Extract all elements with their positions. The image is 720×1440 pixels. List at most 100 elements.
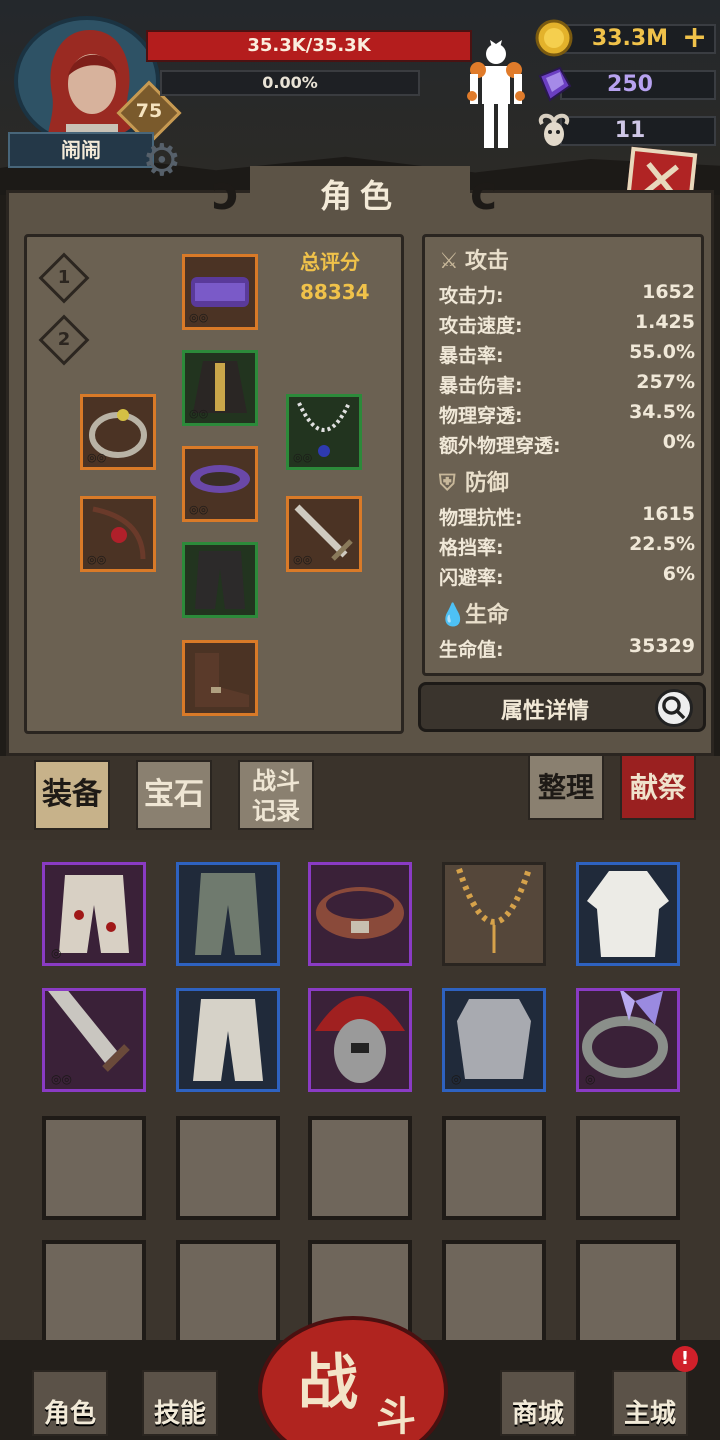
horn-ornament-left: ↄ [212, 166, 240, 220]
attack-section-header: ⚔ 攻击 [439, 249, 510, 274]
equip-slot-necklace[interactable]: ◎◎ [286, 394, 362, 470]
sort-button[interactable]: 整理 [528, 754, 604, 820]
inventory-empty-slot[interactable] [176, 1116, 280, 1220]
gem-socket-icon: ◎◎ [189, 503, 209, 516]
skull-value: 11 [614, 118, 646, 143]
hp-bar: 35.3K/35.3K [146, 30, 472, 62]
gem-socket-icon: ◎ [451, 1072, 462, 1086]
gem-socket-icon: ◎◎ [51, 1072, 72, 1086]
inventory-item-broad-sword[interactable]: ◎◎ [37, 977, 146, 1092]
inventory-item-scale-armor[interactable]: ◎ [442, 988, 546, 1092]
equip-slot-ring[interactable]: ◎◎ [80, 394, 156, 470]
stat-row: 攻击速度: 1.425 [439, 311, 695, 337]
equip-slot-boots[interactable] [182, 640, 258, 716]
xp-bar: 0.00% [160, 70, 420, 96]
stat-row: 暴击率: 55.0% [439, 341, 695, 367]
gold-value: 33.3M [591, 26, 669, 51]
inventory-empty-slot[interactable] [576, 1116, 680, 1220]
panel-title: 角色 [250, 166, 470, 220]
horn-ornament-right: c [470, 166, 498, 220]
stat-row: 物理抗性: 1615 [439, 503, 695, 529]
settings-gear-icon[interactable]: ⚙ [142, 136, 198, 186]
inventory-empty-slot[interactable] [442, 1240, 546, 1344]
inventory-item-green-trousers[interactable] [176, 862, 280, 966]
crystal-resource: 250 [534, 64, 716, 102]
stat-row: 闪避率: 6% [439, 563, 695, 589]
gem-socket-icon: ◎◎ [293, 553, 313, 566]
inventory-item-bloody-trousers[interactable]: ◎ [42, 862, 146, 966]
loadout-1-label: 1 [57, 267, 71, 288]
total-score-label: 总评分 [300, 250, 360, 274]
tab-gems[interactable]: 宝石 [136, 760, 212, 830]
equip-slot-belt[interactable]: ◎◎ [182, 446, 258, 522]
tab-equipment[interactable]: 装备 [34, 760, 110, 830]
ram-skull-icon [538, 113, 570, 146]
stat-row: 物理穿透: 34.5% [439, 401, 695, 427]
crystal-value: 250 [607, 72, 653, 97]
purple-crystal-icon [538, 66, 572, 102]
gem-socket-icon: ◎◎ [87, 553, 107, 566]
stat-row: 格挡率: 22.5% [439, 533, 695, 559]
nav-skills[interactable]: 技能 [138, 1352, 222, 1438]
life-section-header: 💧生命 [439, 603, 510, 628]
inventory-empty-slot[interactable] [576, 1240, 680, 1344]
attribute-details-label: 属性详情 [501, 699, 590, 724]
stats-panel[interactable]: ⚔ 攻击 攻击力: 1652 攻击速度: 1.425 暴击率: 55.0% 暴击伤害: 2… [422, 234, 704, 676]
equipment-silhouette-icon[interactable] [466, 40, 526, 154]
inventory-empty-slot[interactable] [308, 1116, 412, 1220]
stat-row: 攻击力: 1652 [439, 281, 695, 307]
defense-section-header: ⛨ 防御 [439, 471, 510, 496]
inventory-empty-slot[interactable] [442, 1116, 546, 1220]
gold-resource: 33.3M + [534, 18, 716, 57]
loadout-2-label: 2 [57, 329, 71, 350]
player-name: 闹闹 [8, 132, 154, 168]
gem-socket-icon: ◎ [51, 946, 62, 960]
leather-belt-icon [316, 887, 404, 939]
shield-icon: ⛨ [439, 471, 456, 496]
castle-alert-badge: ! [672, 1346, 698, 1372]
inventory-item-plumed-helmet[interactable] [308, 988, 412, 1092]
sacrifice-button[interactable]: 献祭 [620, 754, 696, 820]
plumed-helmet-icon [315, 996, 405, 1083]
white-robe-icon [587, 871, 669, 957]
equip-slot-head[interactable]: ◎◎ [182, 254, 258, 330]
skull-resource: 11 [534, 110, 716, 148]
magnifier-icon [655, 689, 693, 727]
inventory-empty-slot[interactable] [42, 1240, 146, 1344]
dark-trousers-icon [195, 551, 245, 609]
equip-slot-offhand[interactable]: ◎◎ [286, 496, 362, 572]
stat-row: 额外物理穿透: 0% [439, 431, 695, 457]
bead-necklace-icon [456, 868, 532, 953]
gem-socket-icon: ◎◎ [87, 451, 107, 464]
inventory-item-butterfly-ring[interactable]: ◎ [576, 987, 680, 1092]
gem-socket-icon: ◎ [585, 1072, 596, 1086]
gem-socket-icon: ◎◎ [189, 311, 209, 324]
level-text: 75 [135, 100, 163, 122]
total-score-value: 88334 [300, 280, 370, 304]
blood-drop-icon: 💧 [439, 603, 467, 628]
inventory-empty-slot[interactable] [42, 1116, 146, 1220]
equip-slot-chest[interactable]: ◎◎ [182, 350, 258, 426]
leather-boots-icon [195, 653, 249, 707]
hero-portrait [47, 30, 133, 142]
gold-coin-icon [535, 19, 573, 57]
gem-socket-icon: ◎◎ [293, 451, 313, 464]
nav-character[interactable]: 角色 [28, 1352, 112, 1438]
tab-battle-log[interactable]: 战斗 记录 [238, 760, 314, 830]
equip-slot-legs[interactable] [182, 542, 258, 618]
stat-row: 生命值: 35329 [439, 635, 695, 661]
gem-socket-icon: ◎◎ [189, 407, 209, 420]
equip-slot-weapon[interactable]: ◎◎ [80, 496, 156, 572]
inventory-item-leather-belt[interactable] [308, 862, 412, 966]
attribute-details-button[interactable]: 属性详情 [418, 682, 706, 732]
inventory-item-bead-necklace[interactable] [442, 862, 546, 966]
stat-row: 暴击伤害: 257% [439, 371, 695, 397]
white-trousers-icon [193, 999, 263, 1081]
inventory-item-white-robe[interactable] [576, 862, 680, 966]
inventory-item-white-trousers[interactable] [176, 988, 280, 1092]
green-trousers-icon [195, 873, 261, 955]
nav-shop[interactable]: 商城 [496, 1352, 580, 1438]
add-gold-button[interactable]: + [682, 20, 707, 55]
crossed-swords-icon: ⚔ [439, 249, 459, 274]
inventory-empty-slot[interactable] [176, 1240, 280, 1344]
